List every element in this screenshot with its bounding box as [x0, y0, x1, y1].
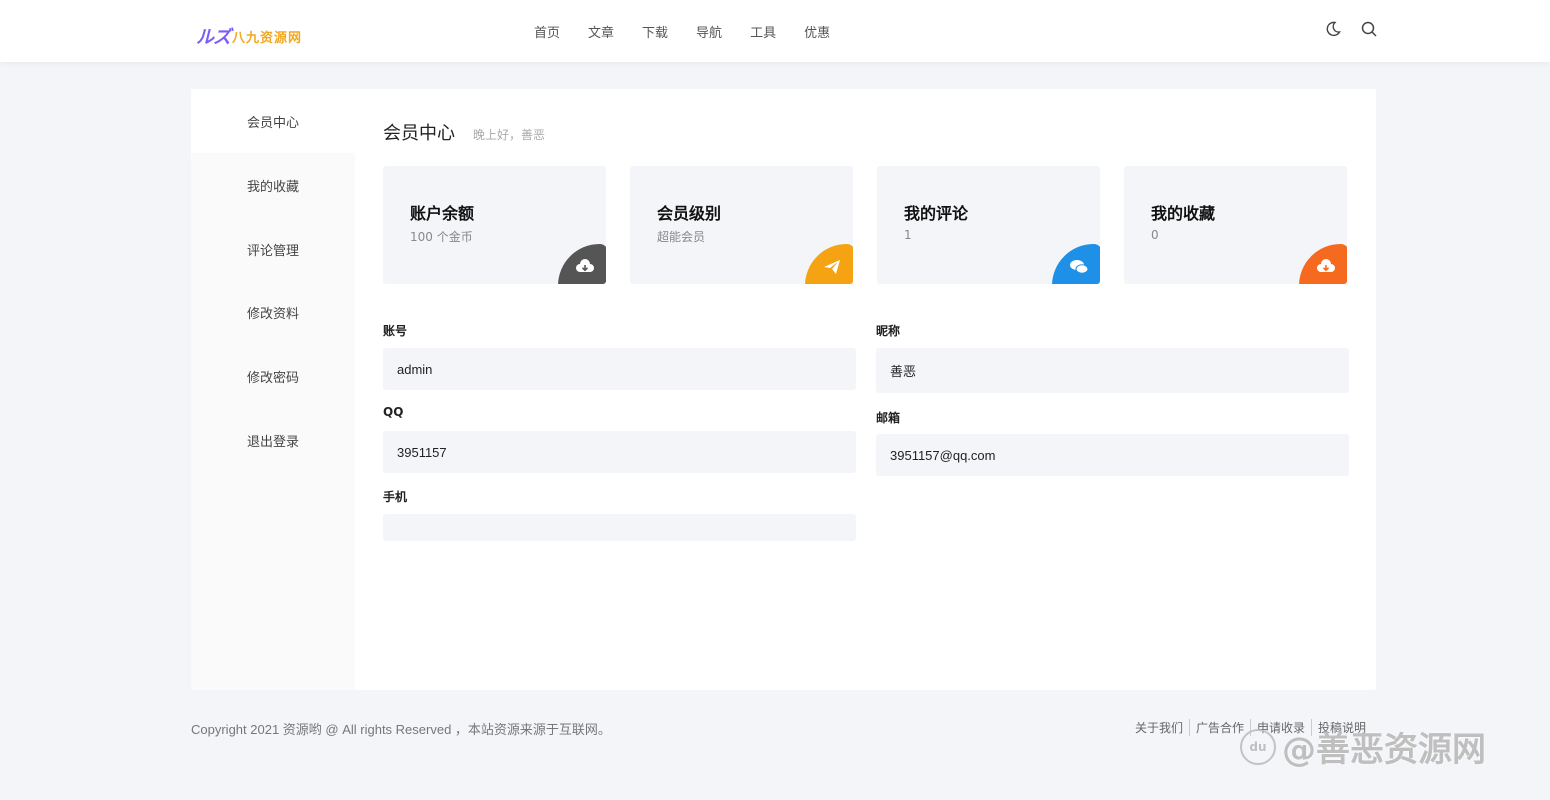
sidebar-item-favorites[interactable]: 我的收藏 [191, 153, 355, 217]
sidebar-item-change-password[interactable]: 修改密码 [191, 344, 355, 408]
site-logo[interactable]: ルズ 八九资源网 [196, 22, 302, 50]
qq-input[interactable] [383, 431, 856, 473]
nickname-label: 昵称 [876, 324, 901, 338]
moon-icon[interactable] [1324, 20, 1342, 38]
card-value: 1 [904, 228, 912, 242]
sidebar-item-comments[interactable]: 评论管理 [191, 217, 355, 281]
phone-label: 手机 [383, 490, 408, 504]
nav-tools[interactable]: 工具 [750, 22, 776, 41]
member-panel: 会员中心 我的收藏 评论管理 修改资料 修改密码 退出登录 会员中心 晚上好，善… [191, 89, 1376, 690]
footer-copyright: Copyright 2021 资源哟 @ All rights Reserved… [191, 722, 611, 737]
card-value: 0 [1151, 228, 1159, 242]
cloud-download-icon [558, 244, 606, 284]
sidebar-item-edit-profile[interactable]: 修改资料 [191, 280, 355, 344]
sidebar-item-label: 我的收藏 [246, 179, 299, 195]
sidebar-item-label: 评论管理 [246, 243, 299, 259]
email-input[interactable] [876, 434, 1349, 476]
sidebar: 会员中心 我的收藏 评论管理 修改资料 修改密码 退出登录 [191, 89, 355, 690]
card-title: 会员级别 [657, 204, 722, 223]
site-header: ルズ 八九资源网 首页 文章 下载 导航 工具 优惠 [0, 0, 1550, 62]
page-title: 会员中心 [383, 123, 455, 144]
card-comments[interactable]: 我的评论 1 [877, 166, 1100, 284]
logo-text: 八九资源网 [232, 30, 303, 46]
sidebar-item-logout[interactable]: 退出登录 [191, 408, 355, 472]
email-label: 邮箱 [876, 411, 901, 425]
card-favorites[interactable]: 我的收藏 0 [1124, 166, 1347, 284]
nickname-input[interactable] [876, 348, 1349, 393]
logo-mark: ルズ [196, 27, 231, 48]
card-balance[interactable]: 账户余额 100 个金币 [383, 166, 606, 284]
account-input[interactable] [383, 348, 856, 390]
card-title: 账户余额 [410, 204, 475, 223]
card-value: 100 个金币 [410, 230, 473, 244]
main-nav: 首页 文章 下载 导航 工具 优惠 [520, 0, 844, 62]
nav-home[interactable]: 首页 [534, 22, 560, 41]
search-icon[interactable] [1360, 20, 1378, 38]
title-row: 会员中心 晚上好，善恶 [383, 119, 545, 145]
footer-link-about[interactable]: 关于我们 [1129, 719, 1190, 736]
sidebar-item-member-center[interactable]: 会员中心 [191, 89, 355, 153]
card-member-level[interactable]: 会员级别 超能会员 [630, 166, 853, 284]
header-icons [1324, 20, 1378, 38]
card-title: 我的收藏 [1151, 204, 1216, 223]
paw-badge-icon: du [1240, 728, 1276, 765]
cloud-download-icon [1299, 244, 1347, 284]
sidebar-item-label: 修改密码 [246, 370, 299, 386]
watermark: du @善恶资源网 [1240, 722, 1486, 771]
nav-articles[interactable]: 文章 [588, 22, 614, 41]
qq-label: QQ [383, 405, 404, 419]
sidebar-item-label: 修改资料 [246, 306, 299, 322]
watermark-text: @善恶资源网 [1282, 730, 1486, 770]
card-value: 超能会员 [657, 230, 706, 244]
greeting-text: 晚上好，善恶 [473, 128, 546, 142]
account-label: 账号 [383, 324, 408, 338]
nav-downloads[interactable]: 下载 [642, 22, 668, 41]
main-content: 会员中心 晚上好，善恶 账户余额 100 个金币 会员级别 超能会员 我的评论 … [383, 89, 1349, 690]
chat-bubbles-icon [1052, 244, 1100, 284]
nav-deals[interactable]: 优惠 [804, 22, 830, 41]
sidebar-item-label: 会员中心 [246, 115, 299, 131]
paper-plane-icon [805, 244, 853, 284]
card-title: 我的评论 [904, 204, 969, 223]
phone-input[interactable] [383, 514, 856, 541]
sidebar-item-label: 退出登录 [246, 434, 299, 450]
nav-navigation[interactable]: 导航 [696, 22, 722, 41]
